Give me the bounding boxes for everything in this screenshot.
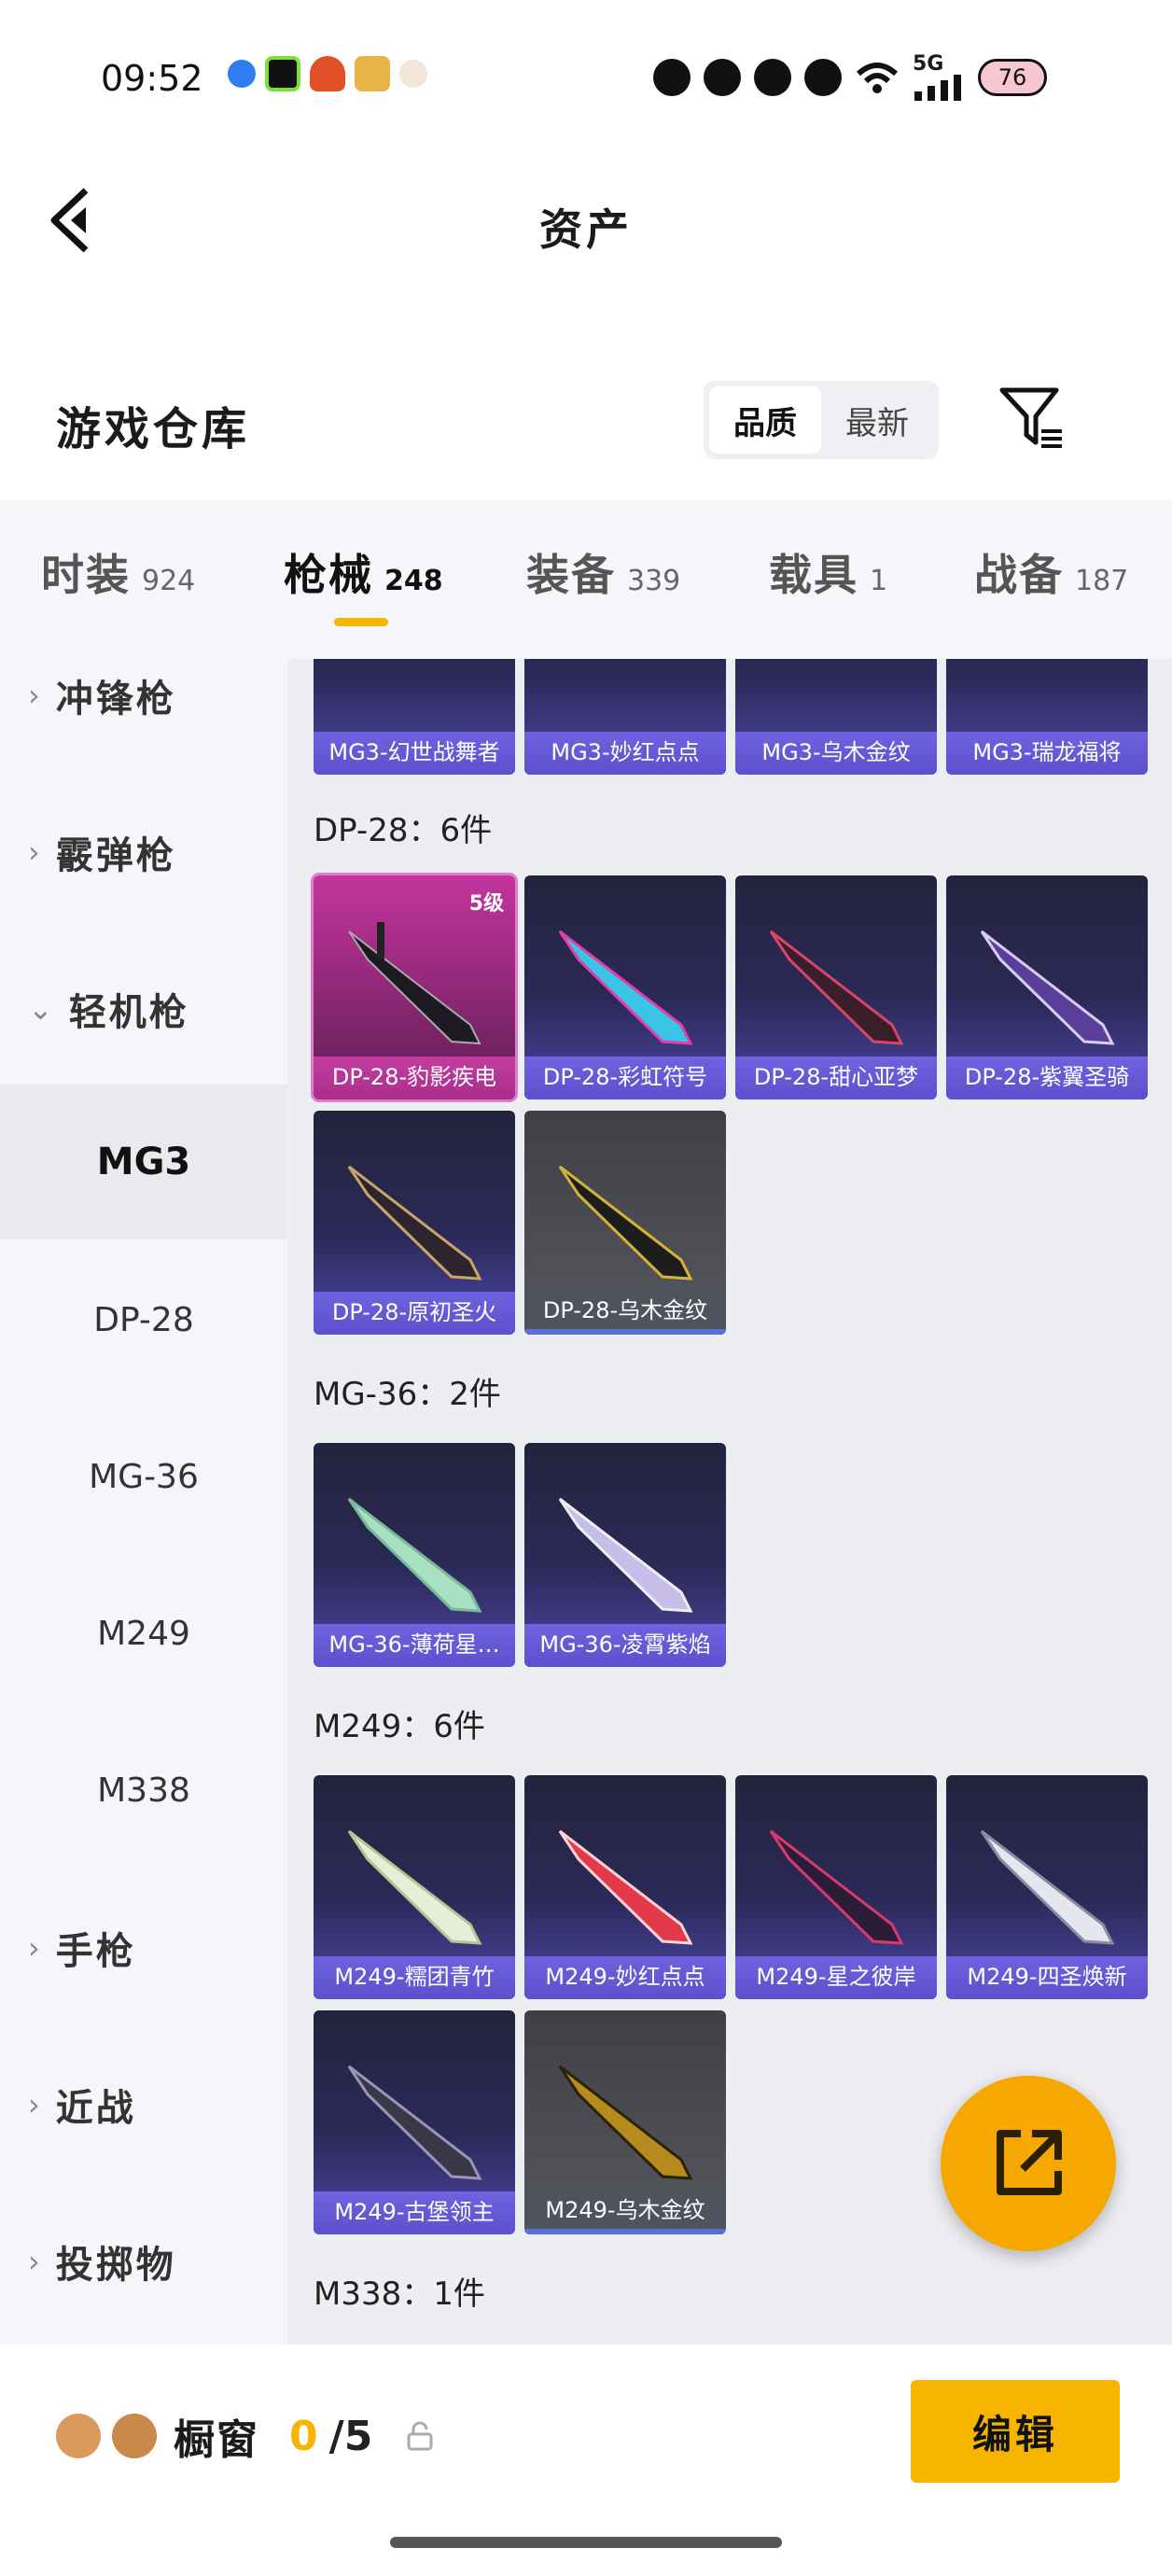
lock-icon: [407, 2421, 433, 2451]
edit-button[interactable]: 编辑: [911, 2380, 1120, 2483]
gun-icon: [558, 1497, 693, 1613]
level-badge: 5级: [468, 892, 504, 916]
gun-icon: [558, 930, 693, 1045]
chevron-down-icon: ⌄: [28, 991, 56, 1027]
app-notification-icon: [228, 60, 256, 88]
skin-card[interactable]: M249-古堡领主: [314, 2010, 515, 2234]
status-icon: [653, 59, 691, 96]
system-status: 5G 76: [653, 54, 1047, 101]
tab-equipment[interactable]: 装备 339: [526, 541, 680, 603]
status-icon: [754, 59, 791, 96]
filter-icon[interactable]: [998, 385, 1067, 454]
app-notification-icon: [355, 56, 390, 91]
sidebar-item-m338[interactable]: M338: [0, 1771, 287, 1810]
skin-card[interactable]: M249-妙红点点: [524, 1775, 726, 1999]
skin-card[interactable]: DP-28-原初圣火: [314, 1111, 515, 1335]
status-icon: [804, 59, 842, 96]
tab-fashion[interactable]: 时装 924: [41, 541, 195, 603]
chevron-right-icon: ›: [28, 834, 43, 870]
sidebar-group-lmg[interactable]: ⌄ 轻机枪: [28, 982, 189, 1036]
status-icon: [704, 59, 741, 96]
gun-icon: [347, 1165, 482, 1281]
status-time: 09:52: [101, 58, 203, 99]
showcase-capacity: /5: [328, 2412, 373, 2460]
skin-card[interactable]: M249-糯团青竹: [314, 1775, 515, 1999]
skin-card[interactable]: DP-28-甜心亚梦: [735, 875, 937, 1099]
signal-icon: [914, 75, 961, 101]
skin-card[interactable]: DP-28-彩虹符号: [524, 875, 726, 1099]
share-fab[interactable]: [941, 2076, 1116, 2251]
gun-icon: [980, 930, 1115, 1045]
gun-icon: [347, 2065, 482, 2180]
share-icon: [997, 2130, 1062, 2195]
active-tab-indicator: [334, 618, 388, 626]
skin-card[interactable]: 5级 DP-28-豹影疾电: [311, 873, 518, 1102]
group-title: M338：1件: [314, 2275, 485, 2313]
skin-card[interactable]: MG3-幻世战舞者: [314, 659, 515, 775]
weapon-sidebar: › 冲锋枪 › 霰弹枪 ⌄ 轻机枪 MG3 DP-28 MG-36 M249 M338…: [0, 659, 287, 2345]
sidebar-group-melee[interactable]: › 近战: [28, 2078, 136, 2132]
sidebar-group-pistol[interactable]: › 手枪: [28, 1921, 136, 1975]
chevron-right-icon: ›: [28, 2244, 43, 2279]
sort-quality-button[interactable]: 品质: [709, 386, 821, 454]
chevron-right-icon: ›: [28, 2087, 43, 2122]
showcase-row: 橱窗 0/5: [56, 2406, 436, 2466]
sidebar-item-mg3[interactable]: MG3: [0, 1085, 287, 1239]
sidebar-group-throwable[interactable]: › 投掷物: [28, 2234, 176, 2289]
gun-icon: [348, 922, 481, 1045]
gun-icon: [347, 1497, 482, 1613]
tab-firearms[interactable]: 枪械 248: [284, 541, 443, 603]
sort-toggle: 品质 最新: [704, 381, 939, 459]
group-title: DP-28：6件: [314, 812, 493, 849]
sidebar-item-mg36[interactable]: MG-36: [0, 1458, 287, 1496]
chevron-right-icon: ›: [28, 1930, 43, 1966]
gun-icon: [558, 1165, 693, 1281]
tab-supplies[interactable]: 战备 187: [974, 541, 1128, 603]
app-notification-icon: [310, 56, 345, 91]
gun-icon: [980, 1829, 1115, 1945]
skin-card[interactable]: M249-星之彼岸: [735, 1775, 937, 1999]
wifi-icon: [856, 63, 899, 93]
app-notification-icon: [399, 60, 427, 88]
skin-card[interactable]: MG-36-薄荷星…: [314, 1443, 515, 1667]
app-notification-icon: [265, 56, 300, 91]
tab-vehicles[interactable]: 载具 1: [769, 541, 887, 603]
gun-icon: [769, 930, 904, 1045]
battery-indicator: 76: [978, 59, 1047, 96]
bear-icon: [56, 2414, 101, 2458]
skin-card[interactable]: MG3-乌木金纹: [735, 659, 937, 775]
showcase-label: 橱窗: [174, 2416, 259, 2464]
chevron-right-icon: ›: [28, 678, 43, 713]
group-title: MG-36：2件: [314, 1376, 501, 1413]
skin-card[interactable]: M249-四圣焕新: [946, 1775, 1148, 1999]
sidebar-item-m249[interactable]: M249: [0, 1615, 287, 1653]
skin-card[interactable]: M249-乌木金纹: [524, 2010, 726, 2234]
sidebar-group-smg[interactable]: › 冲锋枪: [28, 668, 176, 722]
skin-card[interactable]: DP-28-乌木金纹: [524, 1111, 726, 1335]
gun-icon: [347, 1829, 482, 1945]
home-indicator[interactable]: [390, 2537, 782, 2548]
skin-card[interactable]: MG3-瑞龙福将: [946, 659, 1148, 775]
paw-icon: [112, 2414, 157, 2458]
page-title: 资产: [539, 204, 633, 255]
skin-card[interactable]: DP-28-紫翼圣骑: [946, 875, 1148, 1099]
sidebar-group-shotgun[interactable]: › 霰弹枪: [28, 825, 176, 879]
sort-newest-button[interactable]: 最新: [821, 386, 933, 454]
sidebar-item-dp28[interactable]: DP-28: [0, 1301, 287, 1339]
section-title: 游戏仓库: [56, 403, 251, 455]
gun-icon: [558, 1829, 693, 1945]
showcase-count: 0: [289, 2412, 318, 2460]
skin-card[interactable]: MG3-妙红点点: [524, 659, 726, 775]
network-type: 5G: [913, 52, 944, 76]
notification-icons: [228, 56, 427, 91]
group-title: M249：6件: [314, 1708, 485, 1745]
skin-card[interactable]: MG-36-凌霄紫焰: [524, 1443, 726, 1667]
gun-icon: [558, 2065, 693, 2180]
gun-icon: [769, 1829, 904, 1945]
